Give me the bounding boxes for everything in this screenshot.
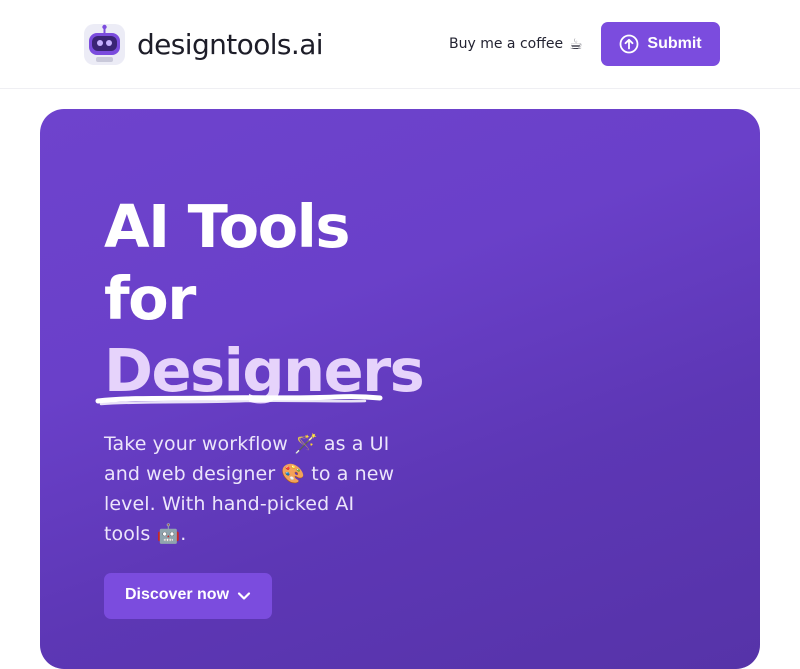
submit-button[interactable]: Submit (601, 22, 720, 66)
hero-description: Take your workflow 🪄 as a UI and web des… (104, 433, 395, 545)
coffee-label: Buy me a coffee (449, 36, 564, 52)
hero-title-line-2: for (104, 264, 196, 333)
robot-icon (82, 22, 127, 67)
site-header: designtools.ai Buy me a coffee ☕ Submit (0, 0, 800, 89)
chevron-down-icon (237, 589, 251, 603)
hero-title: AI Tools for Designers (95, 191, 444, 407)
hero-title-line-1: AI Tools (104, 192, 350, 261)
buy-me-a-coffee-link[interactable]: Buy me a coffee ☕ (449, 33, 583, 55)
submit-label: Submit (647, 35, 702, 52)
brush-underline (95, 394, 383, 406)
discover-now-button[interactable]: Discover now (104, 573, 272, 619)
logo-link[interactable]: designtools.ai (82, 22, 324, 67)
hero-title-accent: Designers (95, 335, 425, 407)
logo-text: designtools.ai (137, 28, 324, 61)
coffee-icon: ☕ (569, 35, 583, 53)
hero-section: AI Tools for Designers Take your workflo… (40, 109, 760, 669)
upload-circle-icon (619, 34, 639, 54)
discover-now-label: Discover now (124, 586, 230, 603)
